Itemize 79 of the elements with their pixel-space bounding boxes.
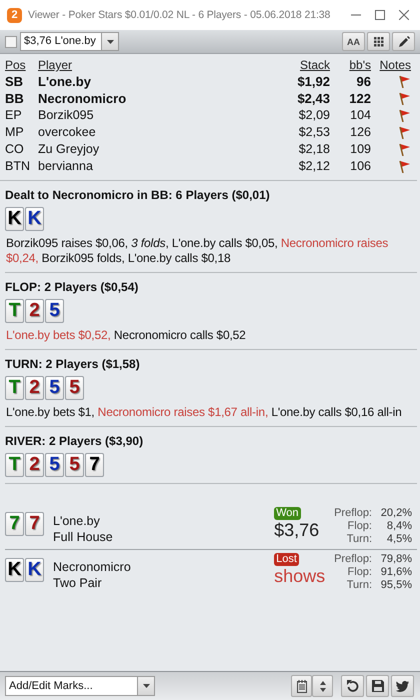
player-name: Borzik095 [38, 108, 95, 123]
equity-label: Preflop: [334, 507, 372, 520]
card: 5 [45, 453, 64, 477]
card: 7 [5, 512, 24, 536]
column-header[interactable]: Pos [5, 58, 38, 72]
player-name: bervianna [38, 159, 94, 174]
action-text: L'one.by bets $0,52, Necronomicro calls $0,52 [5, 328, 247, 343]
equity-value: 8,4% [386, 520, 412, 533]
app-logo: 2 [7, 8, 22, 22]
card: K [25, 207, 44, 231]
equity-value: 4,5% [386, 533, 412, 546]
card: K [5, 207, 24, 231]
position-cell-text: SB [5, 74, 24, 89]
big-blinds-cell-text: 106 [349, 159, 371, 174]
player-name: L'one.by [53, 513, 101, 529]
card: 2 [25, 376, 44, 400]
card: 7 [25, 512, 44, 536]
column-header[interactable]: bb's [330, 58, 371, 72]
card: 7 [85, 453, 104, 477]
card: 2 [25, 453, 44, 477]
card: K [5, 558, 24, 582]
big-blinds-cell-text: 104 [349, 108, 371, 123]
window-title: Viewer - Poker Stars $0.01/0.02 NL - 6 Players - 05.06.2018 21:38 [28, 9, 332, 21]
action-text: Borzik095 raises $0,06, 3 folds, L'one.by calls $0,05, Necronomicro raises $0,24, Borzik095 folds, L'one.by calls $0,18 [5, 236, 390, 266]
player-name: Necronomicro [53, 559, 132, 575]
big-blinds-cell-text: 109 [349, 142, 371, 157]
result-badge: Won [274, 507, 300, 520]
big-blinds-cell-text: 126 [349, 125, 371, 140]
street-heading: RIVER: 2 Players ($3,90) [5, 434, 144, 448]
card: 2 [25, 299, 44, 323]
equity-label: Flop: [346, 520, 372, 533]
card: T [5, 299, 24, 323]
font-button[interactable]: AA [342, 32, 365, 51]
equity-value: 20,2% [380, 507, 412, 520]
position-cell-text: MP [5, 125, 25, 140]
equity-label: Turn: [346, 579, 372, 592]
column-header[interactable]: Stack [260, 58, 330, 72]
position-cell-text: BB [5, 91, 25, 106]
stack-cell-text: $2,43 [296, 91, 330, 106]
big-blinds-cell-text: 96 [356, 74, 371, 89]
equity-value: 79,8% [380, 553, 412, 566]
card: K [25, 558, 44, 582]
street-heading: FLOP: 2 Players ($0,54) [5, 280, 140, 294]
stack-cell-text: $2,12 [298, 159, 330, 174]
card: 5 [45, 376, 64, 400]
position-cell-text: EP [5, 108, 23, 123]
marks-select[interactable]: Add/Edit Marks... [5, 676, 155, 696]
equity-label: Flop: [346, 566, 372, 579]
amount-text: $3,76 [274, 520, 320, 541]
position-cell-text: BTN [5, 159, 31, 174]
card: 5 [65, 376, 84, 400]
action-text: L'one.by bets $1, Necronomicro raises $1,67 all-in, L'one.by calls $0,16 all-in [5, 405, 403, 420]
player-name: Zu Greyjoy [38, 142, 100, 157]
column-header[interactable]: Notes [371, 58, 411, 72]
hand-name: Full House [53, 529, 114, 545]
stack-cell-text: $2,53 [298, 125, 330, 140]
stack-cell-text: $2,18 [298, 142, 330, 157]
card: 5 [65, 453, 84, 477]
equity-label: Turn: [346, 533, 372, 546]
street-heading: Dealt to Necronomicro in BB: 6 Players ($0,01) [5, 188, 271, 202]
hand-select[interactable]: $3,76 L'one.by [20, 32, 119, 51]
column-header[interactable]: Player [38, 58, 260, 72]
equity-value: 95,5% [380, 579, 412, 592]
player-name: overcokee [38, 125, 97, 140]
equity-value: 91,6% [380, 566, 412, 579]
equity-label: Preflop: [334, 553, 372, 566]
hand-name: Two Pair [53, 575, 103, 591]
card: T [5, 453, 24, 477]
position-cell-text: CO [5, 142, 25, 157]
big-blinds-cell-text: 122 [348, 91, 371, 106]
player-name: Necronomicro [38, 91, 128, 106]
stack-cell-text: $2,09 [298, 108, 330, 123]
amount-text: shows [274, 566, 326, 587]
street-heading: TURN: 2 Players ($1,58) [5, 357, 141, 371]
stack-cell-text: $1,92 [296, 74, 330, 89]
card: 5 [45, 299, 64, 323]
result-badge: Lost [274, 553, 299, 566]
player-name: L'one.by [38, 74, 92, 89]
card: T [5, 376, 24, 400]
